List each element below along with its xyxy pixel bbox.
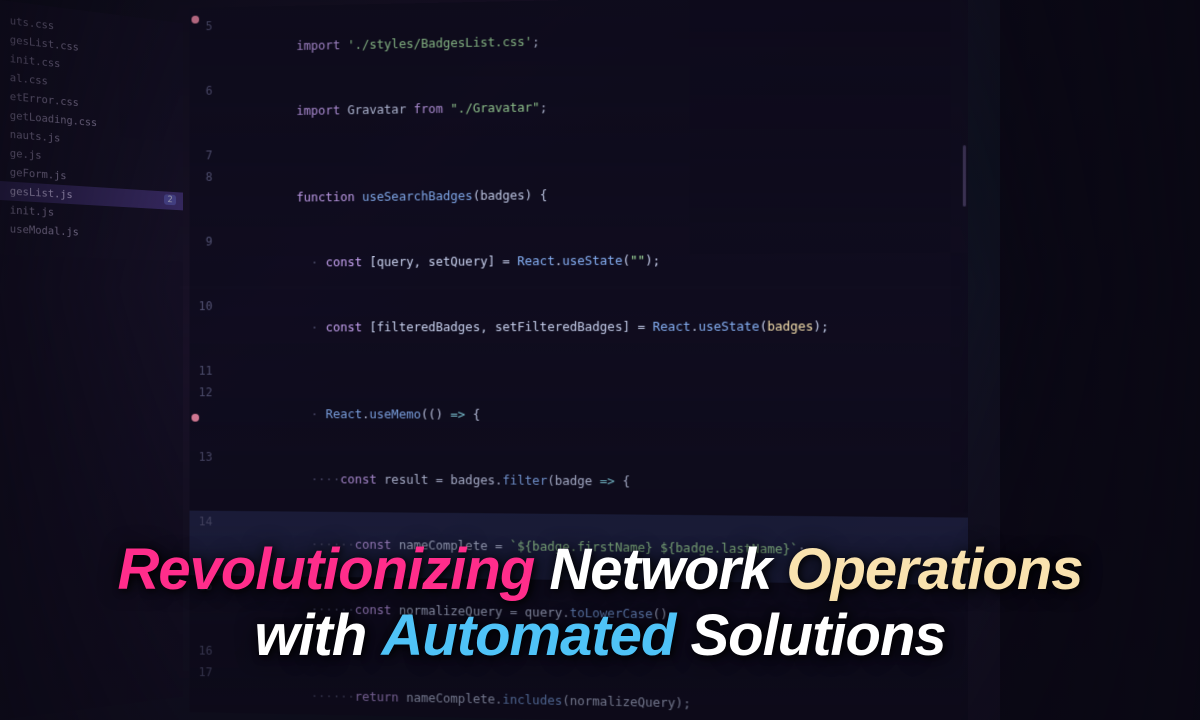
word-network: Network (549, 537, 771, 602)
code-line-5: 5 import './styles/BadgesList.css'; (190, 0, 969, 80)
change-badge: 2 (164, 194, 176, 205)
code-line-13: 13 ····const result = badges.filter(badg… (190, 446, 969, 518)
code-line-10: 10 · const [filteredBadges, setFilteredB… (190, 292, 969, 360)
code-line-9: 9 · const [query, setQuery] = React.useS… (190, 225, 969, 296)
gutter-dot-2 (191, 414, 199, 422)
headline-line-2: with Automated Solutions (40, 603, 1160, 670)
code-line-12: 12 · React.useMemo(() => { (190, 382, 969, 451)
word-solutions: Solutions (690, 603, 945, 668)
scrollbar[interactable] (963, 145, 966, 206)
word-automated: Automated (381, 603, 675, 668)
headline-overlay: Revolutionizing Network Operations with … (0, 537, 1200, 670)
code-line-8: 8 function useSearchBadges(badges) { (190, 157, 969, 231)
code-line-11: 11 (190, 360, 969, 383)
word-revolutionizing: Revolutionizing (118, 537, 535, 602)
word-operations: Operations (786, 537, 1082, 602)
code-line-6: 6 import Gravatar from "./Gravatar"; (190, 67, 969, 145)
headline-line-1: Revolutionizing Network Operations (40, 537, 1160, 604)
word-with: with (254, 603, 366, 668)
main-container: uts.css gesList.css init.css al.css etEr… (0, 0, 1200, 720)
